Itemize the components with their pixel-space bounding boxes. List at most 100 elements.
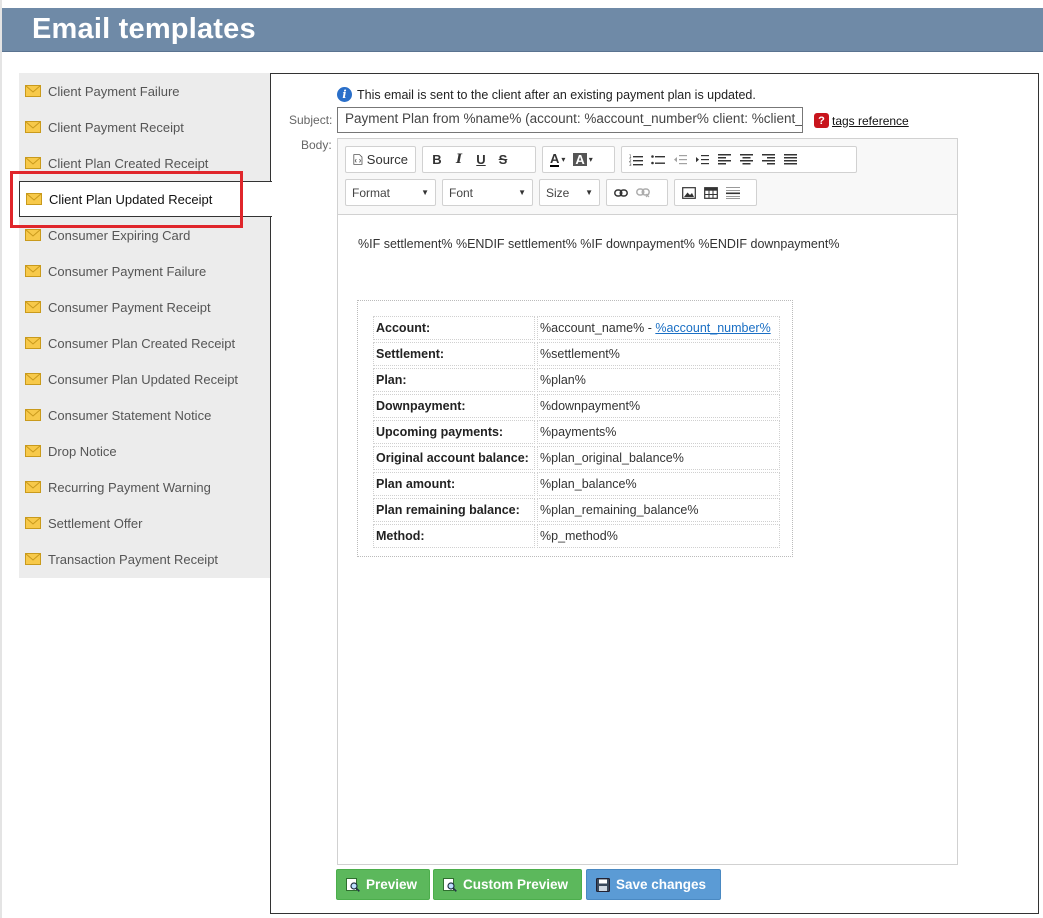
bulleted-list-button[interactable] [647,148,669,171]
template-item-consumer-expiring-card[interactable]: Consumer Expiring Card [19,217,271,253]
template-item-label: Settlement Offer [48,515,143,531]
increase-indent-button[interactable] [691,148,713,171]
table-cell-value: %downpayment% [537,394,780,418]
template-item-recurring-payment-warning[interactable]: Recurring Payment Warning [19,469,271,505]
template-item-label: Client Payment Receipt [48,119,184,135]
table-row: Original account balance: %plan_original… [373,446,780,470]
subject-input[interactable]: Payment Plan from %name% (account: %acco… [337,107,803,133]
template-item-transaction-payment-receipt[interactable]: Transaction Payment Receipt [19,541,271,577]
template-item-label: Client Plan Created Receipt [48,155,209,171]
envelope-icon [25,157,41,169]
template-item-client-payment-receipt[interactable]: Client Payment Receipt [19,109,271,145]
text-color-icon: A [550,151,560,167]
rich-text-editor: Source B I U S A ▾ A ▾ 123 Format ▼ Font… [337,138,958,865]
align-center-icon [739,154,753,165]
envelope-icon [25,445,41,457]
table-cell-label: Upcoming payments: [373,420,535,444]
horizontal-line-icon [726,186,740,199]
size-dropdown[interactable]: Size ▼ [539,179,600,206]
table-icon [704,186,718,199]
paragraph-group: 123 [621,146,857,173]
align-center-button[interactable] [735,148,757,171]
template-item-client-plan-created-receipt[interactable]: Client Plan Created Receipt [19,145,271,181]
table-row: Plan remaining balance: %plan_remaining_… [373,498,780,522]
template-description: i This email is sent to the client after… [337,87,756,102]
preview-label: Preview [366,877,418,892]
envelope-icon [25,301,41,313]
strikethrough-button[interactable]: S [492,148,514,171]
unlink-button[interactable] [632,181,654,204]
help-icon: ? [814,113,829,128]
template-item-label: Consumer Payment Receipt [48,299,211,315]
underline-button[interactable]: U [470,148,492,171]
preview-button[interactable]: Preview [336,869,430,900]
template-item-consumer-plan-created-receipt[interactable]: Consumer Plan Created Receipt [19,325,271,361]
table-cell-value: %plan_balance% [537,472,780,496]
increase-indent-icon [696,154,709,164]
template-item-consumer-statement-notice[interactable]: Consumer Statement Notice [19,397,271,433]
image-button[interactable] [678,181,700,204]
chevron-down-icon: ▼ [585,188,593,197]
image-icon [682,186,696,199]
text-color-button[interactable]: A ▾ [546,148,569,171]
envelope-icon [25,229,41,241]
template-item-drop-notice[interactable]: Drop Notice [19,433,271,469]
template-item-label: Consumer Plan Created Receipt [48,335,236,351]
table-row: Plan amount: %plan_balance% [373,472,780,496]
template-item-consumer-payment-failure[interactable]: Consumer Payment Failure [19,253,271,289]
horizontal-line-button[interactable] [722,181,744,204]
save-changes-button[interactable]: Save changes [586,869,721,900]
chevron-down-icon: ▼ [421,188,429,197]
color-group: A ▾ A ▾ [542,146,615,173]
numbered-list-icon: 123 [629,154,643,166]
chevron-down-icon: ▼ [518,188,526,197]
italic-button[interactable]: I [448,148,470,171]
template-item-settlement-offer[interactable]: Settlement Offer [19,505,271,541]
tags-reference-link[interactable]: tags reference [832,114,909,128]
editor-content[interactable]: %IF settlement% %ENDIF settlement% %IF d… [338,216,957,864]
template-item-client-payment-failure[interactable]: Client Payment Failure [19,73,271,109]
page-edge [0,0,2,918]
table-row: Upcoming payments: %payments% [373,420,780,444]
format-dropdown[interactable]: Format ▼ [345,179,436,206]
template-item-consumer-plan-updated-receipt[interactable]: Consumer Plan Updated Receipt [19,361,271,397]
unlink-icon [636,188,650,198]
bulleted-list-icon [651,154,665,164]
template-table-container: Account: %account_name% - %account_numbe… [357,300,793,557]
template-item-label: Consumer Statement Notice [48,407,212,423]
background-color-button[interactable]: A ▾ [569,148,596,171]
align-left-button[interactable] [713,148,735,171]
justify-button[interactable] [779,148,801,171]
envelope-icon [25,409,41,421]
account-number-link[interactable]: %account_number% [655,321,770,335]
template-item-label: Consumer Expiring Card [48,227,191,243]
source-icon [353,154,363,165]
table-cell-label: Method: [373,524,535,548]
source-button[interactable]: Source [349,148,412,171]
bold-button[interactable]: B [426,148,448,171]
link-icon [614,188,628,197]
tags-reference[interactable]: ? tags reference [814,113,909,128]
preview-icon [443,877,457,892]
link-group [606,179,668,206]
envelope-icon [25,373,41,385]
align-right-button[interactable] [757,148,779,171]
table-cell-label: Downpayment: [373,394,535,418]
table-cell-value: %p_method% [537,524,780,548]
decrease-indent-button[interactable] [669,148,691,171]
table-button[interactable] [700,181,722,204]
basic-style-group: B I U S [422,146,536,173]
font-dropdown[interactable]: Font ▼ [442,179,533,206]
template-item-client-plan-updated-receipt[interactable]: Client Plan Updated Receipt [19,181,272,217]
page-title: Email templates [32,13,256,45]
numbered-list-button[interactable]: 123 [625,148,647,171]
template-item-consumer-payment-receipt[interactable]: Consumer Payment Receipt [19,289,271,325]
link-button[interactable] [610,181,632,204]
envelope-icon [25,337,41,349]
table-cell-value: %account_name% - %account_number% [537,316,780,340]
background-color-icon: A [573,152,587,167]
size-dropdown-label: Size [546,185,570,200]
table-row: Downpayment: %downpayment% [373,394,780,418]
table-cell-label: Plan remaining balance: [373,498,535,522]
custom-preview-button[interactable]: Custom Preview [433,869,582,900]
